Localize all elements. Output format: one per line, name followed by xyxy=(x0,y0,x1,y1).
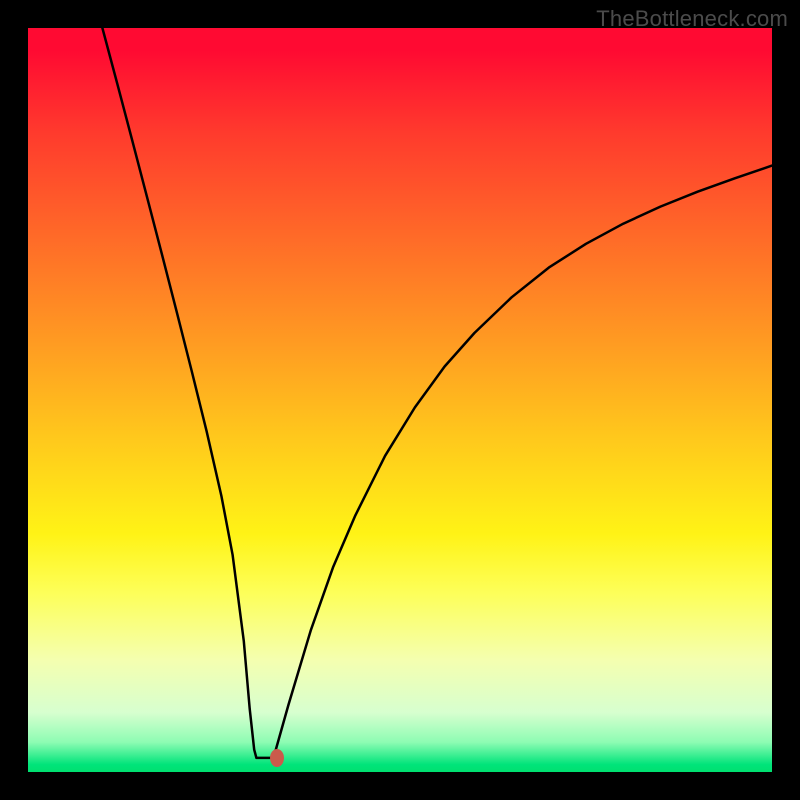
watermark-label: TheBottleneck.com xyxy=(596,6,788,32)
chart-frame: TheBottleneck.com xyxy=(0,0,800,800)
minimum-marker-icon xyxy=(270,749,284,767)
chart-plot-area xyxy=(28,28,772,772)
bottleneck-curve xyxy=(28,28,772,772)
